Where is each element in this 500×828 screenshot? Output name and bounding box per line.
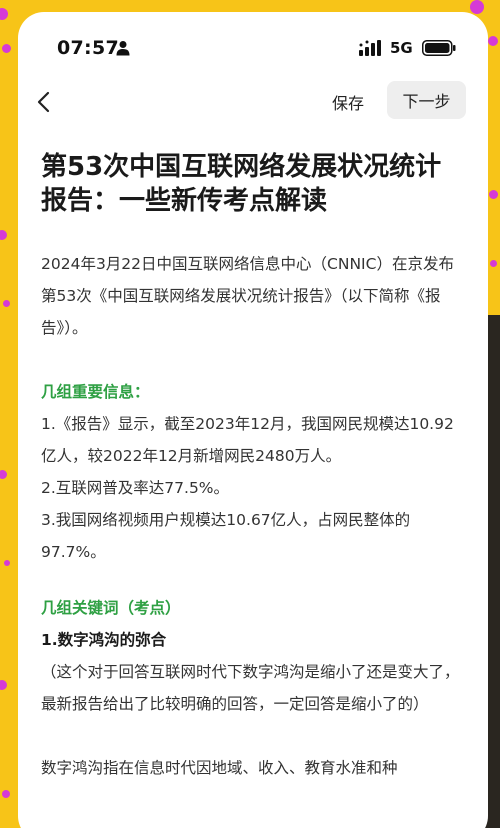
person-icon (116, 41, 130, 56)
phone-screen: 07:57 5G 保存 下一步 第53次中国互联网络发展状况统计报告：一些新传考… (18, 12, 488, 828)
next-step-button[interactable]: 下一步 (387, 81, 466, 119)
section-heading-keywords: 几组关键词（考点） (41, 599, 181, 617)
signal-icon (359, 40, 381, 56)
decor-dot (489, 190, 498, 199)
decor-dot (4, 560, 10, 566)
decor-dot (2, 44, 11, 53)
decor-dot (0, 230, 7, 240)
info-item: 3.我国网络视频用户规模达10.67亿人，占网民整体的97.7%。 (41, 511, 411, 561)
decor-dot (0, 8, 8, 20)
section-heading-info: 几组重要信息： (41, 383, 150, 401)
decor-dot (488, 36, 498, 46)
network-type: 5G (390, 39, 413, 57)
intro-paragraph: 2024年3月22日中国互联网络信息中心（CNNIC）在京发布第53次《中国互联… (41, 255, 454, 337)
navigation-bar: 保存 下一步 (18, 76, 488, 126)
info-item: 1.《报告》显示，截至2023年12月，我国网民规模达10.92亿人，较2022… (41, 415, 454, 465)
decor-dot (490, 260, 497, 267)
save-button[interactable]: 保存 (332, 90, 364, 114)
decor-dot (0, 680, 7, 690)
keyword-title: 1.数字鸿沟的弥合 (41, 631, 167, 649)
decor-dot (3, 300, 10, 307)
battery-icon (422, 40, 456, 56)
decor-dot (2, 790, 10, 798)
status-bar: 07:57 5G (18, 12, 488, 72)
decor-dot (0, 470, 7, 479)
status-time: 07:57 (57, 37, 119, 59)
article-title: 第53次中国互联网络发展状况统计报告：一些新传考点解读 (41, 152, 442, 216)
article-content: 第53次中国互联网络发展状况统计报告：一些新传考点解读 2024年3月22日中国… (41, 150, 466, 784)
chevron-left-icon[interactable] (34, 90, 54, 114)
keyword-note: （这个对于回答互联网时代下数字鸿沟是缩小了还是变大了，最新报告给出了比较明确的回… (41, 663, 460, 713)
info-item: 2.互联网普及率达77.5%。 (41, 479, 230, 497)
keyword-body: 数字鸿沟指在信息时代因地域、收入、教育水准和种 (41, 759, 398, 777)
